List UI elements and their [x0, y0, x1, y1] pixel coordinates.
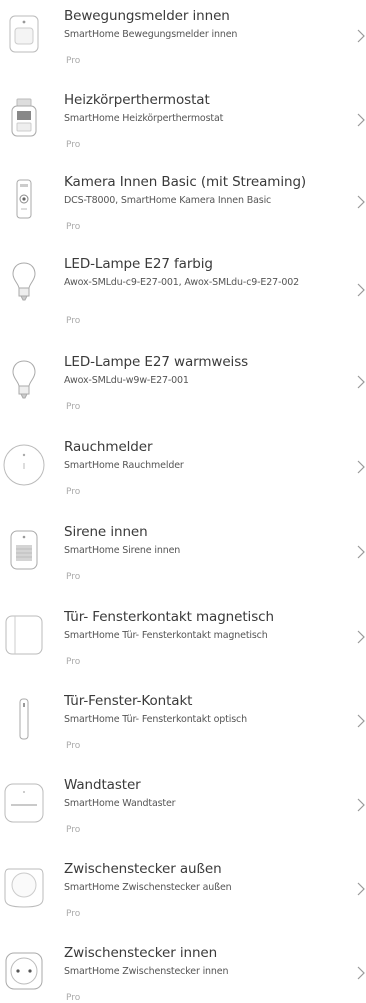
device-subtitle: SmartHome Wandtaster	[64, 798, 176, 809]
chevron-right-icon[interactable]	[356, 28, 366, 43]
list-item[interactable]: Kamera Innen Basic (mit Streaming) DCS-T8…	[0, 172, 366, 256]
motion-sensor-icon	[2, 12, 46, 56]
wall-switch-icon	[2, 781, 46, 825]
device-subtitle: SmartHome Rauchmelder	[64, 460, 184, 471]
device-title: Kamera Innen Basic (mit Streaming)	[64, 174, 307, 190]
camera-icon	[2, 178, 46, 222]
list-item[interactable]: Tür- Fensterkontakt magnetisch SmartHome …	[0, 607, 366, 691]
chevron-right-icon[interactable]	[356, 881, 366, 896]
bulb-icon	[2, 358, 46, 402]
list-item[interactable]: Zwischenstecker innen SmartHome Zwischens…	[0, 943, 366, 1003]
device-title: LED-Lampe E27 farbig	[64, 256, 213, 272]
pro-badge: Pro	[66, 487, 81, 497]
smoke-detector-icon	[2, 443, 46, 487]
device-subtitle: SmartHome Sirene innen	[64, 545, 181, 556]
device-subtitle: Awox-SMLdu-c9-E27-001, Awox-SMLdu-c9-E27…	[64, 277, 300, 288]
chevron-right-icon[interactable]	[356, 459, 366, 474]
list-item[interactable]: Wandtaster SmartHome Wandtaster Pro	[0, 775, 366, 859]
bulb-icon	[2, 260, 46, 304]
pro-badge: Pro	[66, 56, 81, 66]
pro-badge: Pro	[66, 402, 81, 412]
plug-indoor-icon	[2, 949, 46, 993]
device-title: Zwischenstecker innen	[64, 945, 218, 961]
optical-contact-icon	[2, 697, 46, 741]
list-item[interactable]: Rauchmelder SmartHome Rauchmelder Pro	[0, 437, 366, 521]
pro-badge: Pro	[66, 993, 81, 1003]
device-subtitle: Awox-SMLdu-w9w-E27-001	[64, 375, 189, 386]
device-list: Bewegungsmelder innen SmartHome Bewegungs…	[0, 0, 366, 1003]
list-item[interactable]: Zwischenstecker außen SmartHome Zwischens…	[0, 859, 366, 943]
device-title: Wandtaster	[64, 777, 141, 793]
device-subtitle: SmartHome Tür- Fensterkontakt optisch	[64, 714, 247, 725]
pro-badge: Pro	[66, 909, 81, 919]
device-subtitle: SmartHome Tür- Fensterkontakt magnetisch	[64, 630, 268, 641]
device-subtitle: SmartHome Zwischenstecker außen	[64, 882, 232, 893]
device-title: Rauchmelder	[64, 439, 153, 455]
device-title: Bewegungsmelder innen	[64, 8, 230, 24]
device-subtitle: DCS-T8000, SmartHome Kamera Innen Basic	[64, 195, 272, 206]
chevron-right-icon[interactable]	[356, 713, 366, 728]
device-title: Tür-Fenster-Kontakt	[64, 693, 193, 709]
magnetic-contact-icon	[2, 613, 46, 657]
list-item[interactable]: Heizkörperthermostat SmartHome Heizkörper…	[0, 90, 366, 174]
device-title: LED-Lampe E27 warmweiss	[64, 354, 249, 370]
device-title: Zwischenstecker außen	[64, 861, 222, 877]
pro-badge: Pro	[66, 572, 81, 582]
chevron-right-icon[interactable]	[356, 282, 366, 297]
device-title: Tür- Fensterkontakt magnetisch	[64, 609, 274, 625]
pro-badge: Pro	[66, 741, 81, 751]
chevron-right-icon[interactable]	[356, 544, 366, 559]
list-item[interactable]: Tür-Fenster-Kontakt SmartHome Tür- Fenste…	[0, 691, 366, 775]
device-title: Sirene innen	[64, 524, 148, 540]
device-title: Heizkörperthermostat	[64, 92, 210, 108]
device-subtitle: SmartHome Zwischenstecker innen	[64, 966, 229, 977]
chevron-right-icon[interactable]	[356, 374, 366, 389]
pro-badge: Pro	[66, 222, 81, 232]
siren-icon	[2, 528, 46, 572]
device-subtitle: SmartHome Bewegungsmelder innen	[64, 29, 238, 40]
device-subtitle: SmartHome Heizkörperthermostat	[64, 113, 224, 124]
list-item[interactable]: Sirene innen SmartHome Sirene innen Pro	[0, 522, 366, 606]
list-item[interactable]: LED-Lampe E27 warmweiss Awox-SMLdu-w9w-E2…	[0, 352, 366, 436]
chevron-right-icon[interactable]	[356, 965, 366, 980]
pro-badge: Pro	[66, 316, 81, 326]
chevron-right-icon[interactable]	[356, 194, 366, 209]
chevron-right-icon[interactable]	[356, 797, 366, 812]
chevron-right-icon[interactable]	[356, 629, 366, 644]
list-item[interactable]: Bewegungsmelder innen SmartHome Bewegungs…	[0, 6, 366, 90]
list-item[interactable]: LED-Lampe E27 farbig Awox-SMLdu-c9-E27-00…	[0, 254, 366, 338]
pro-badge: Pro	[66, 825, 81, 835]
chevron-right-icon[interactable]	[356, 112, 366, 127]
plug-outdoor-icon	[2, 865, 46, 909]
pro-badge: Pro	[66, 140, 81, 150]
thermostat-icon	[2, 96, 46, 140]
pro-badge: Pro	[66, 657, 81, 667]
